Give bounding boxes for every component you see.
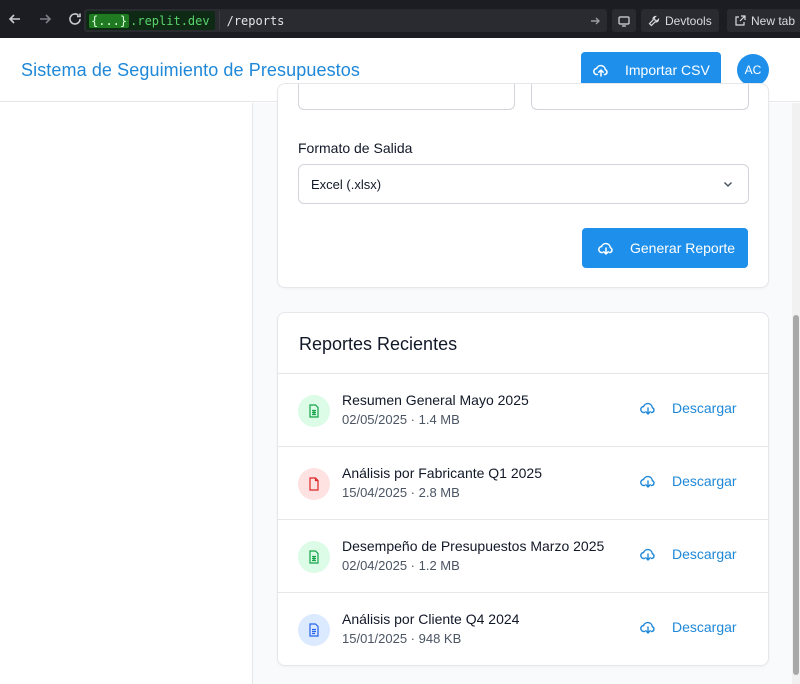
scrollbar-thumb[interactable] bbox=[793, 315, 799, 675]
import-csv-label: Importar CSV bbox=[625, 62, 710, 78]
cloud-upload-icon bbox=[593, 64, 608, 77]
spreadsheet-icon bbox=[298, 395, 330, 427]
go-arrow-icon[interactable] bbox=[589, 15, 601, 27]
recent-reports-card: Reportes Recientes Resumen General Mayo … bbox=[277, 312, 769, 666]
report-generator-card: Formato de Salida Excel (.xlsx) Generar … bbox=[277, 83, 769, 288]
format-select-value: Excel (.xlsx) bbox=[311, 176, 382, 192]
screen-button[interactable] bbox=[612, 9, 636, 32]
sidebar bbox=[0, 103, 253, 684]
report-meta: 15/01/2025 · 948 KB bbox=[342, 631, 462, 646]
url-path[interactable]: /reports bbox=[227, 14, 589, 28]
new-tab-button[interactable]: New tab bbox=[727, 9, 800, 32]
forward-icon[interactable] bbox=[32, 6, 58, 32]
report-row: Desempeño de Presupuestos Marzo 2025 02/… bbox=[278, 520, 768, 593]
devtools-label: Devtools bbox=[665, 13, 712, 28]
cloud-download-icon bbox=[640, 475, 655, 488]
download-button[interactable]: Descargar bbox=[640, 619, 737, 635]
cloud-download-icon bbox=[640, 402, 655, 415]
host-domain: .replit.dev bbox=[130, 13, 210, 28]
generate-report-label: Generar Reporte bbox=[630, 240, 736, 256]
download-label: Descargar bbox=[672, 546, 737, 562]
report-name: Análisis por Cliente Q4 2024 bbox=[342, 611, 520, 627]
page-scrollbar[interactable] bbox=[792, 103, 800, 684]
download-label: Descargar bbox=[672, 619, 737, 635]
report-row: Análisis por Fabricante Q1 2025 15/04/20… bbox=[278, 447, 768, 520]
report-name: Análisis por Fabricante Q1 2025 bbox=[342, 465, 542, 481]
app-title: Sistema de Seguimiento de Presupuestos bbox=[21, 60, 360, 80]
browser-toolbar: {...} .replit.dev /reports Devtools New t… bbox=[0, 0, 800, 38]
recent-reports-title: Reportes Recientes bbox=[299, 334, 458, 354]
cloud-download-icon bbox=[640, 621, 655, 634]
chevron-down-icon bbox=[723, 181, 733, 188]
download-button[interactable]: Descargar bbox=[640, 473, 737, 489]
report-meta: 15/04/2025 · 2.8 MB bbox=[342, 485, 460, 500]
back-icon[interactable] bbox=[2, 6, 28, 32]
document-icon bbox=[298, 614, 330, 646]
new-tab-label: New tab bbox=[751, 13, 796, 28]
report-meta: 02/04/2025 · 1.2 MB bbox=[342, 558, 460, 573]
report-name: Desempeño de Presupuestos Marzo 2025 bbox=[342, 538, 605, 554]
url-host: {...} .replit.dev bbox=[86, 11, 215, 30]
report-row: Resumen General Mayo 2025 02/05/2025 · 1… bbox=[278, 374, 768, 447]
external-link-icon bbox=[735, 14, 746, 26]
devtools-button[interactable]: Devtools bbox=[641, 9, 719, 32]
main-content: Formato de Salida Excel (.xlsx) Generar … bbox=[253, 83, 793, 684]
host-prefix: {...} bbox=[89, 13, 130, 28]
report-name: Resumen General Mayo 2025 bbox=[342, 392, 529, 408]
avatar[interactable]: AC bbox=[737, 54, 769, 86]
date-to-field[interactable] bbox=[531, 84, 749, 110]
wrench-icon bbox=[648, 15, 660, 26]
url-divider bbox=[218, 11, 220, 30]
pdf-file-icon bbox=[298, 468, 330, 500]
format-label: Formato de Salida bbox=[298, 140, 413, 156]
download-button[interactable]: Descargar bbox=[640, 400, 737, 416]
monitor-icon bbox=[618, 15, 630, 27]
cloud-download-icon bbox=[598, 242, 613, 255]
spreadsheet-icon bbox=[298, 541, 330, 573]
report-meta: 02/05/2025 · 1.4 MB bbox=[342, 412, 460, 427]
download-button[interactable]: Descargar bbox=[640, 546, 737, 562]
report-row: Análisis por Cliente Q4 2024 15/01/2025 … bbox=[278, 593, 768, 665]
address-bar[interactable]: {...} .replit.dev /reports bbox=[84, 9, 607, 32]
format-select[interactable]: Excel (.xlsx) bbox=[298, 164, 749, 204]
date-from-field[interactable] bbox=[298, 84, 515, 110]
download-label: Descargar bbox=[672, 400, 737, 416]
download-label: Descargar bbox=[672, 473, 737, 489]
generate-report-button[interactable]: Generar Reporte bbox=[582, 228, 748, 268]
cloud-download-icon bbox=[640, 548, 655, 561]
